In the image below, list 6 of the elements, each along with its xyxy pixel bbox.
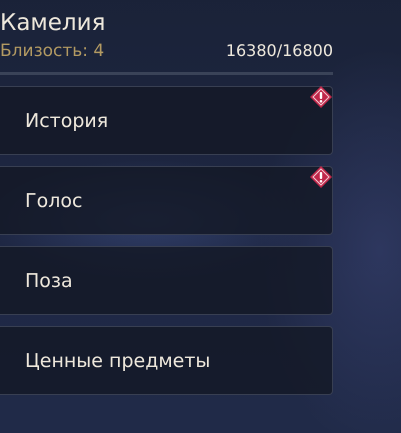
menu-item[interactable]: Поза [0,246,333,315]
menu-item[interactable]: Голос [0,166,333,235]
affinity-level: Близость: 4 [0,40,104,62]
character-name: Камелия [0,9,106,38]
menu-item[interactable]: История [0,86,333,155]
menu-item[interactable]: Ценные предметы [0,326,333,395]
